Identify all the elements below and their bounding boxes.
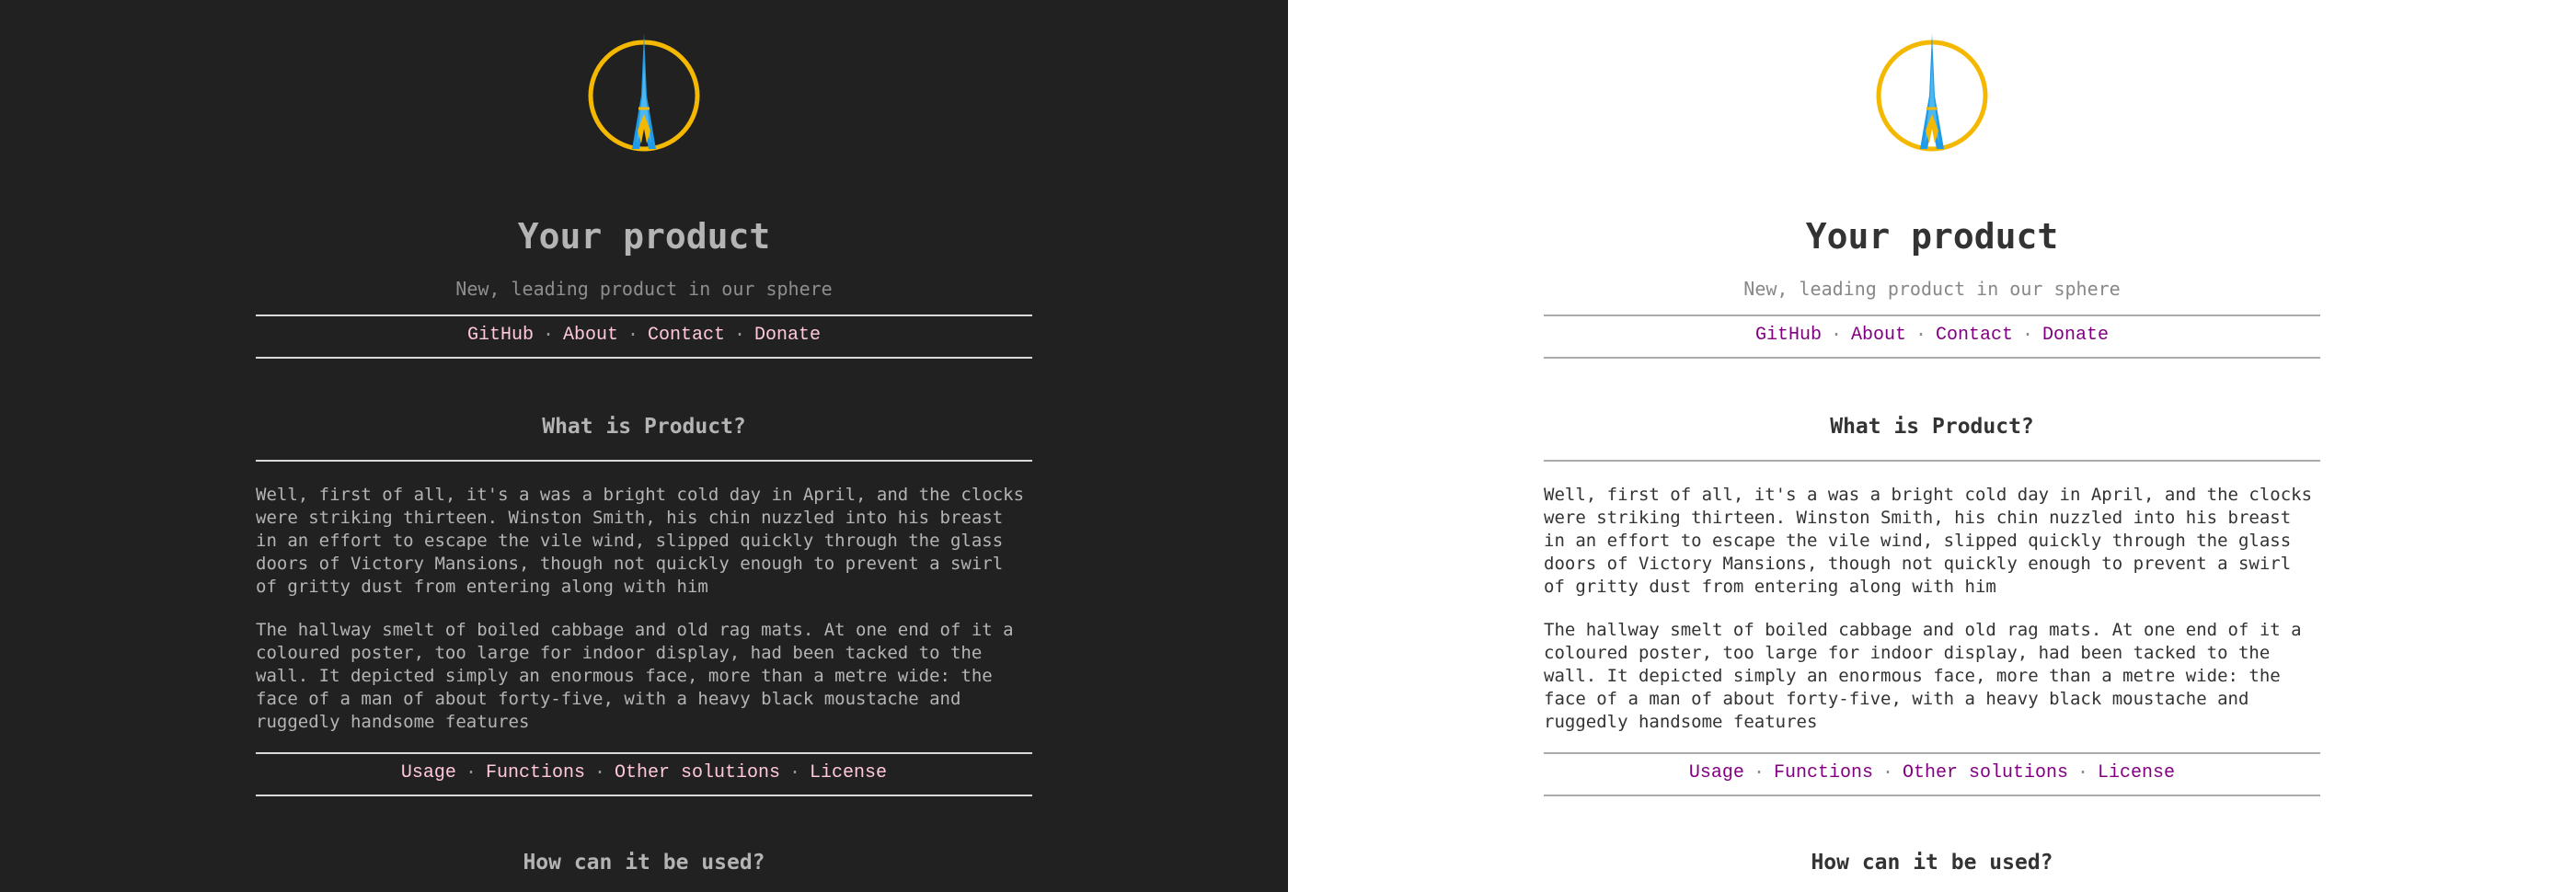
content-column: Your product New, leading product in our… [1544, 0, 2320, 892]
nav-link-donate[interactable]: Donate [754, 325, 821, 346]
nav-separator: · [542, 325, 554, 346]
product-subtitle: New, leading product in our sphere [1743, 278, 2121, 300]
nav-link-license[interactable]: License [810, 762, 887, 783]
nav-link-donate[interactable]: Donate [2042, 325, 2109, 346]
nav-link-contact[interactable]: Contact [1936, 325, 2013, 346]
section-heading-how: How can it be used? [523, 851, 765, 875]
nav-link-usage[interactable]: Usage [401, 762, 456, 783]
section-heading-what: What is Product? [256, 414, 1032, 462]
section-nav: Usage · Functions · Other solutions · License [1544, 752, 2320, 796]
nav-link-functions[interactable]: Functions [486, 762, 585, 783]
light-theme-panel: Your product New, leading product in our… [1288, 0, 2576, 892]
nav-link-usage[interactable]: Usage [1689, 762, 1744, 783]
eiffel-tower-logo-icon [588, 33, 700, 152]
nav-separator: · [1881, 762, 1893, 783]
nav-separator: · [627, 325, 638, 346]
nav-separator: · [1753, 762, 1765, 783]
section-heading-what: What is Product? [1544, 414, 2320, 462]
top-nav: GitHub · About · Contact · Donate [256, 314, 1032, 359]
intro-paragraph-1: Well, first of all, it's a was a bright … [256, 485, 1025, 597]
section-heading-how: How can it be used? [1811, 851, 2053, 875]
nav-link-github[interactable]: GitHub [467, 325, 534, 346]
nav-link-functions[interactable]: Functions [1774, 762, 1873, 783]
nav-separator: · [2022, 325, 2034, 346]
nav-separator: · [2077, 762, 2089, 783]
nav-link-contact[interactable]: Contact [648, 325, 725, 346]
nav-separator: · [465, 762, 477, 783]
product-title: Your product [517, 216, 771, 257]
nav-link-other-solutions[interactable]: Other solutions [1903, 762, 2068, 783]
nav-separator: · [1915, 325, 1926, 346]
eiffel-tower-logo-icon [1876, 33, 1988, 152]
nav-separator: · [734, 325, 746, 346]
nav-separator: · [789, 762, 801, 783]
top-nav: GitHub · About · Contact · Donate [1544, 314, 2320, 359]
dark-theme-panel: Your product New, leading product in our… [0, 0, 1288, 892]
content-column: Your product New, leading product in our… [256, 0, 1032, 892]
nav-link-about[interactable]: About [563, 325, 618, 346]
intro-paragraph-1: Well, first of all, it's a was a bright … [1544, 485, 2313, 597]
product-title: Your product [1805, 216, 2059, 257]
product-subtitle: New, leading product in our sphere [455, 278, 833, 300]
intro-paragraph-2: The hallway smelt of boiled cabbage and … [1544, 620, 2302, 732]
nav-link-github[interactable]: GitHub [1755, 325, 1822, 346]
nav-separator: · [1830, 325, 1842, 346]
nav-separator: · [593, 762, 605, 783]
nav-link-about[interactable]: About [1851, 325, 1906, 346]
nav-link-license[interactable]: License [2098, 762, 2175, 783]
section-nav: Usage · Functions · Other solutions · License [256, 752, 1032, 796]
nav-link-other-solutions[interactable]: Other solutions [615, 762, 780, 783]
intro-paragraph-2: The hallway smelt of boiled cabbage and … [256, 620, 1014, 732]
